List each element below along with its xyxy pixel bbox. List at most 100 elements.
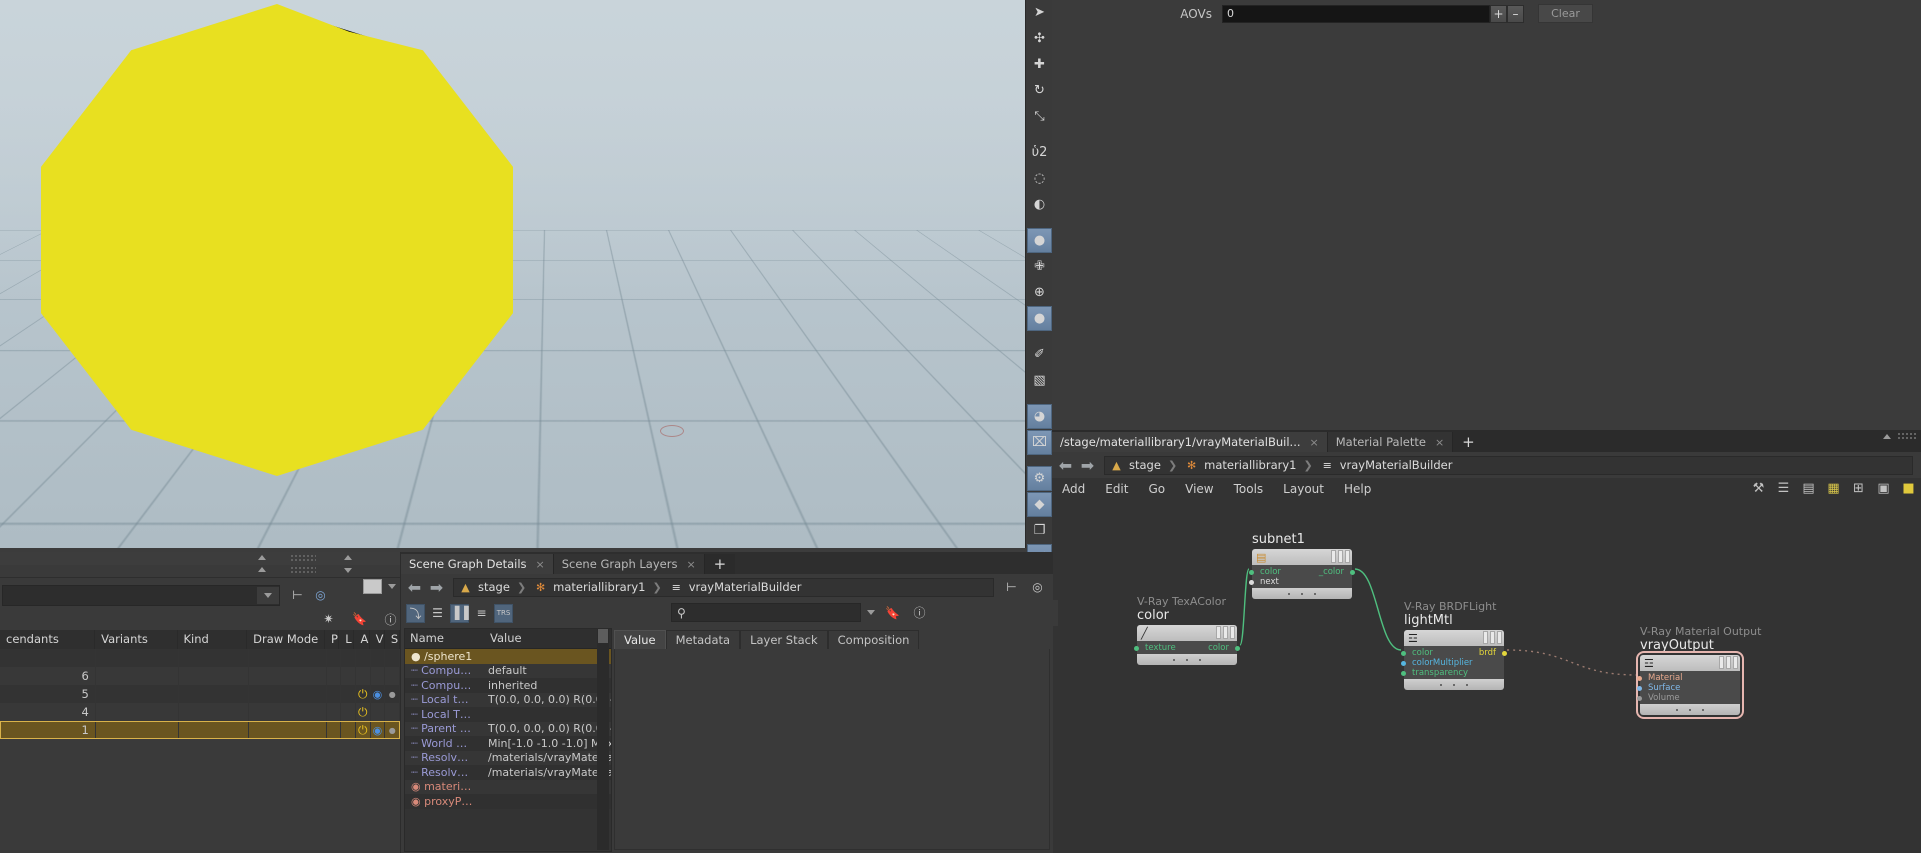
close-icon[interactable]: × [1310,436,1319,449]
node-header[interactable]: ☲ [1404,630,1504,646]
table-row[interactable]: 6 [0,667,401,685]
node-footer[interactable] [1640,704,1740,715]
tools-icon[interactable]: ⚒ [1750,480,1767,497]
node-footer[interactable] [1137,654,1237,665]
node-body[interactable]: ╱ texture color [1134,625,1240,665]
detail-row[interactable]: ┈ Resolv… /materials/vrayMateria… [405,750,611,765]
scene-graph-tab-0[interactable]: Scene Graph Details × [401,554,554,574]
node-flags[interactable] [1216,626,1235,639]
network-tab-bar[interactable]: /stage/materiallibrary1/vrayMaterialBuil… [1052,430,1921,452]
light-off-icon[interactable]: ◌ [1027,166,1052,191]
node-flags[interactable] [1331,550,1350,563]
node-lightMtl[interactable]: V-Ray BRDFLight lightMtl ☲ color brdf colorMu… [1401,600,1507,690]
tree-column-s[interactable]: S [385,630,400,649]
color-palette-icon[interactable]: ◕ [1027,404,1052,429]
detail-row[interactable]: ┈ Resolv… /materials/vrayMateria… [405,765,611,780]
network-crumb-2[interactable]: ≡ vrayMaterialBuilder [1320,458,1453,472]
question-help-icon[interactable]: ⓘ [910,603,929,622]
scene-graph-tab-1[interactable]: Scene Graph Layers × [553,554,705,574]
scale-icon[interactable]: ⤡ [1027,104,1052,129]
gear-icon[interactable]: ✷ [319,610,338,629]
trs-icon[interactable]: TRS [494,603,513,623]
input-port-Material[interactable]: Material [1637,673,1683,683]
scene-graph-crumb-0[interactable]: ▲ stage [458,580,510,594]
table-row[interactable] [0,649,401,667]
panel-splitter-top[interactable] [0,552,400,566]
detail-row[interactable]: ◉ proxyP… [405,794,611,809]
lock-icon[interactable]: ὑ2 [1027,140,1052,165]
detail-row[interactable]: ┈ Local T… [405,707,611,722]
tree-column-cendants[interactable]: cendants [0,630,96,649]
tree-column-l[interactable]: L [339,630,355,649]
input-port-colorMultiplier[interactable]: colorMultiplier [1401,658,1473,668]
port-dot[interactable] [1637,676,1642,681]
tree-column-kind[interactable]: Kind [178,630,248,649]
handle-icon[interactable]: ✣ [1027,26,1052,51]
bookmark-help-icon[interactable]: 🔖 [350,610,369,629]
visibility-eye-icon[interactable]: ◉ [373,724,383,737]
node-header[interactable]: ☲ [1640,655,1740,671]
nav-back-icon[interactable]: ⬅ [1057,456,1074,475]
detail-row[interactable]: ┈ Compu… default [405,663,611,678]
node-body[interactable]: ▤ color _color next [1249,549,1355,599]
state-dot-icon[interactable]: ● [389,690,396,699]
port-dot[interactable] [1502,651,1507,656]
node-footer[interactable] [1404,679,1504,690]
tree-target-icon[interactable]: ◎ [311,586,330,605]
scene-graph-breadcrumb[interactable]: ▲ stage ❯ ✻ materiallibrary1 ❯ ≡ vrayMaterialBu… [453,577,994,597]
node-flag[interactable] [1733,656,1738,669]
viewport-toolbar[interactable]: ➤✣✚↻⤡ὑ2◌◐●✙⊕●✐▧◕⌧⚙◆❐◢☗◉ⓘ⊞▾◎? [1025,0,1053,776]
node-flag[interactable] [1483,631,1488,644]
shading-icon[interactable]: ◐ [1027,192,1052,217]
menu-edit[interactable]: Edit [1095,478,1138,500]
sphere-object[interactable] [41,4,513,476]
split-pane-icon[interactable]: ▣ [1875,480,1892,497]
detail-row[interactable]: ┈ Local t… T(0.0, 0.0, 0.0) R(0.0, -0.… [405,692,611,707]
power-icon[interactable]: ⏻ [358,687,368,702]
splitter2-grip[interactable] [290,566,316,574]
sgd-target-icon[interactable]: ◎ [1028,578,1047,597]
tree-filter-caret-icon[interactable] [264,592,272,598]
node-flag[interactable] [1331,550,1336,563]
tree-column-v[interactable]: V [370,630,385,649]
menu-tools[interactable]: Tools [1224,478,1274,500]
menu-help[interactable]: Help [1334,478,1381,500]
primitive-icon[interactable]: ◆ [1027,492,1052,517]
splitter-up-caret-icon[interactable] [258,555,266,560]
viewport-3d[interactable] [0,0,1025,548]
snapshot-icon[interactable]: ■ [1900,480,1917,497]
node-body[interactable]: ☲ Material Surface Volume [1636,651,1744,719]
node-body[interactable]: ☲ color brdf colorMultiplier transparency [1401,630,1507,690]
table-row[interactable]: 4 ⏻ [0,703,401,721]
input-port-transparency[interactable]: transparency [1401,668,1468,678]
scene-graph-tab-bar[interactable]: Scene Graph Details × Scene Graph Layers × + [401,552,1053,574]
node-flag[interactable] [1490,631,1495,644]
network-crumb-0[interactable]: ▲ stage [1109,458,1161,472]
input-port-next[interactable]: next [1249,577,1279,587]
layout-panes-icon[interactable]: ▤ [1800,480,1817,497]
value-tab-metadata[interactable]: Metadata [665,630,741,649]
port-dot[interactable] [1235,646,1240,651]
detail-row[interactable]: ┈ World … Min[-1.0 -1.0 -1.0] Max[… [405,736,611,751]
network-breadcrumb[interactable]: ▲ stage ❯ ✻ materiallibrary1 ❯ ≡ vrayMaterialBu… [1104,455,1913,475]
port-dot[interactable] [1249,570,1254,575]
network-crumb-1[interactable]: ✻ materiallibrary1 [1184,458,1296,472]
splitter-up-caret-icon-2[interactable] [344,555,352,560]
columns-icon[interactable]: ▐▐ [450,603,469,623]
network-canvas[interactable]: V-Ray TexAColor color ╱ texture color subnet1… [1052,500,1921,853]
aovs-clear-button[interactable]: Clear [1538,4,1593,23]
node-flag[interactable] [1497,631,1502,644]
close-icon[interactable]: × [1435,436,1444,449]
scene-graph-crumb-2[interactable]: ≡ vrayMaterialBuilder [669,580,802,594]
node-flags[interactable] [1719,656,1738,669]
split-view-icon[interactable]: ▧ [1027,368,1052,393]
panel-drag-grip[interactable] [1897,432,1917,441]
list-icon[interactable]: ☰ [428,604,447,623]
light-icon[interactable]: ● [1027,228,1052,253]
node-flags[interactable] [1483,631,1502,644]
network-toolbar-icons[interactable]: ⚒ ☰ ▤ ▦ ⊞ ▣ ■ [1750,480,1917,497]
value-tab-bar[interactable]: Value Metadata Layer Stack Composition [614,628,1050,649]
menu-view[interactable]: View [1175,478,1223,500]
question-help-icon[interactable]: ⓘ [381,610,400,629]
detail-tree-scrollbar[interactable] [597,628,609,850]
